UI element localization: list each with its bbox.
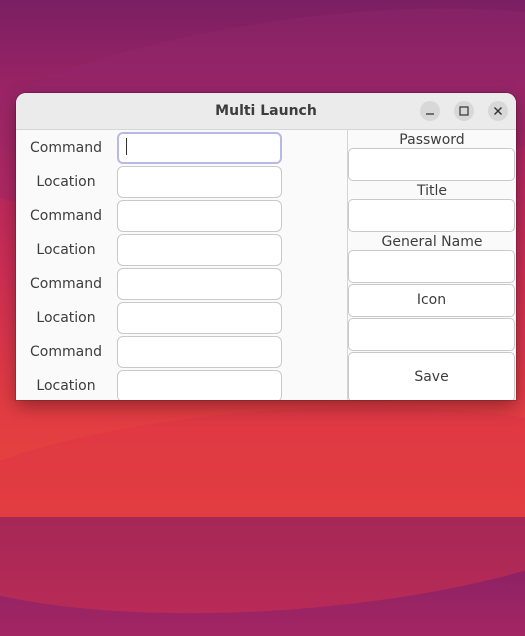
location-input[interactable]: [117, 370, 282, 400]
title-bar[interactable]: Multi Launch: [16, 93, 516, 130]
launch-entries-panel: Command Location Command Location Comman…: [16, 130, 348, 400]
general-name-field[interactable]: [348, 250, 515, 283]
text-caret: [126, 138, 127, 155]
location-input[interactable]: [117, 302, 282, 334]
command-label: Command: [30, 276, 102, 292]
password-label: Password: [399, 132, 465, 148]
command-input[interactable]: [117, 132, 282, 164]
location-input[interactable]: [117, 234, 282, 266]
title-field[interactable]: [348, 199, 515, 232]
password-field[interactable]: [348, 148, 515, 181]
save-button[interactable]: Save: [348, 352, 515, 400]
command-input[interactable]: [117, 200, 282, 232]
close-button[interactable]: [488, 101, 508, 121]
location-input[interactable]: [117, 166, 282, 198]
app-window: Multi Launch Command Location Command Lo…: [16, 93, 516, 400]
command-label: Command: [30, 344, 102, 360]
settings-panel: Password Title General Name Icon Save: [348, 130, 516, 400]
title-label: Title: [416, 183, 447, 199]
close-icon: [494, 107, 502, 115]
icon-path-field[interactable]: [348, 318, 515, 351]
wallpaper-wave: [0, 383, 525, 636]
location-label: Location: [36, 378, 96, 394]
general-name-label: General Name: [381, 234, 483, 250]
location-label: Location: [36, 310, 96, 326]
maximize-button[interactable]: [454, 101, 474, 121]
minimize-icon: [426, 113, 434, 115]
command-label: Command: [30, 208, 102, 224]
location-label: Location: [36, 174, 96, 190]
icon-button[interactable]: Icon: [348, 284, 515, 317]
maximize-icon: [459, 106, 469, 116]
command-input[interactable]: [117, 336, 282, 368]
command-input[interactable]: [117, 268, 282, 300]
command-label: Command: [30, 140, 102, 156]
location-label: Location: [36, 242, 96, 258]
minimize-button[interactable]: [420, 101, 440, 121]
window-title: Multi Launch: [215, 103, 317, 119]
